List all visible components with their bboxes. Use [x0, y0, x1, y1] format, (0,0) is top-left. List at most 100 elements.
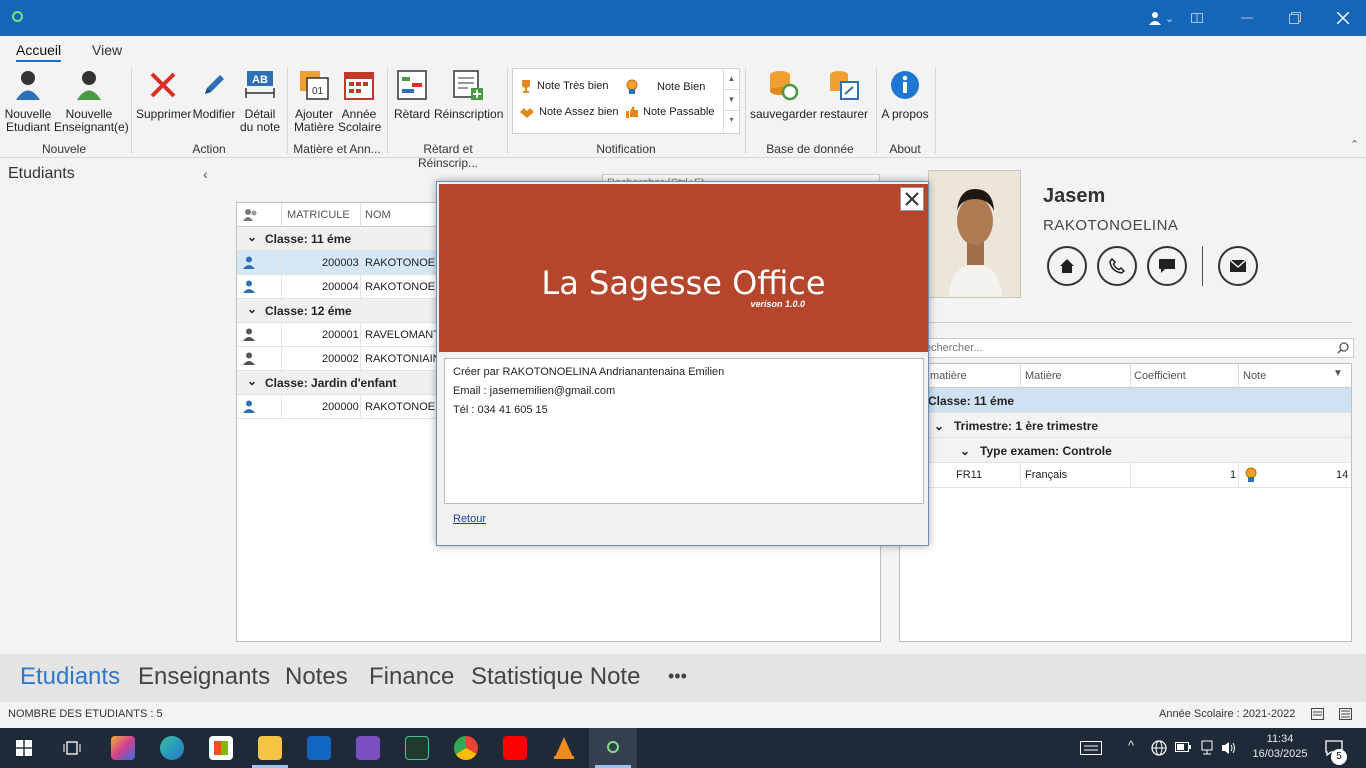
- notes-search-input[interactable]: Rechercher...: [908, 338, 1354, 358]
- chevron-down-icon: ⌄: [247, 374, 258, 388]
- note-passable-item[interactable]: Note Passable: [625, 105, 715, 119]
- copilot-icon[interactable]: [111, 736, 135, 760]
- new-student-button[interactable]: Nouvelle Etudiant: [4, 68, 52, 134]
- network-icon[interactable]: [1200, 740, 1214, 756]
- document-add-icon: [453, 70, 483, 100]
- minimize-button[interactable]: [1224, 0, 1270, 36]
- file-explorer-icon[interactable]: [258, 736, 282, 760]
- note-assez-bien-item[interactable]: Note Assez bien: [519, 105, 619, 119]
- chrome-icon[interactable]: [454, 736, 478, 760]
- add-subject-button[interactable]: 01 Ajouter Matière: [292, 68, 336, 134]
- table-row[interactable]: FR11 Français 1 14: [900, 463, 1351, 488]
- about-button[interactable]: A propos: [880, 68, 930, 121]
- nav-notes[interactable]: Notes: [285, 663, 348, 691]
- filter-dropdown-icon[interactable]: ▼: [1333, 368, 1343, 379]
- late-button[interactable]: Rètard: [392, 68, 432, 121]
- gallery-expand-icon[interactable]: ▾: [724, 111, 739, 131]
- volume-icon[interactable]: [1221, 740, 1237, 756]
- restore-button[interactable]: [1272, 0, 1318, 36]
- battery-icon[interactable]: [1175, 742, 1191, 752]
- delete-x-icon: [150, 72, 176, 98]
- group-row-classe[interactable]: Classe: 11 éme: [900, 388, 1351, 413]
- ribbon-divider: [935, 68, 936, 154]
- note-tres-bien-item[interactable]: Note Très bien: [519, 79, 609, 93]
- windows-start-icon[interactable]: [16, 740, 32, 756]
- collapse-pane-icon[interactable]: ‹: [203, 166, 208, 182]
- nom-cell: RAKOTONOELI: [365, 401, 445, 413]
- tray-chevron-icon[interactable]: ^: [1128, 738, 1134, 753]
- email-button[interactable]: [1218, 246, 1258, 286]
- user-icon: [1148, 12, 1161, 25]
- vlc-icon[interactable]: [552, 736, 576, 760]
- store-icon[interactable]: [209, 736, 233, 760]
- nav-enseignants[interactable]: Enseignants: [138, 663, 270, 691]
- youtube-icon[interactable]: [503, 736, 527, 760]
- phone-button[interactable]: [1097, 246, 1137, 286]
- delete-button[interactable]: Supprimer: [136, 68, 191, 121]
- gallery-down-icon[interactable]: ▼: [724, 90, 739, 111]
- matricule-cell: 200000: [322, 401, 359, 413]
- visual-studio-icon[interactable]: [356, 736, 380, 760]
- outlook-icon[interactable]: [307, 736, 331, 760]
- chevron-down-icon: ⌄: [247, 230, 258, 244]
- home-button[interactable]: [1047, 246, 1087, 286]
- dialog-close-button[interactable]: [900, 187, 924, 211]
- col-matiere[interactable]: Matière: [1025, 370, 1062, 382]
- student-icon: [16, 71, 40, 100]
- task-view-icon[interactable]: [63, 740, 81, 756]
- page-view-icon[interactable]: [1339, 708, 1352, 720]
- ribbon-collapse-icon[interactable]: ⌃: [1350, 138, 1359, 151]
- col-note[interactable]: Note: [1243, 370, 1266, 382]
- message-button[interactable]: [1147, 246, 1187, 286]
- info-icon: [891, 71, 919, 99]
- nav-etudiants[interactable]: Etudiants: [20, 663, 120, 691]
- backup-button[interactable]: sauvegarder: [750, 68, 817, 121]
- tab-accueil[interactable]: Accueil: [16, 42, 62, 62]
- layout-icon[interactable]: [1174, 0, 1220, 36]
- back-link[interactable]: Retour: [453, 513, 486, 525]
- group-label-about: About: [889, 142, 921, 156]
- reinscription-button[interactable]: Réinscription: [434, 68, 503, 121]
- col-nom[interactable]: NOM: [365, 209, 391, 221]
- group-label-retard: Rètard et Réinscrip...: [417, 142, 479, 170]
- note-detail-button[interactable]: AB Détail du note: [238, 68, 282, 134]
- matricule-cell: 200004: [322, 281, 359, 293]
- chevron-down-icon: ⌄: [247, 302, 258, 316]
- edge-icon[interactable]: [160, 736, 184, 760]
- active-app-slot[interactable]: [589, 728, 637, 768]
- language-icon[interactable]: [1151, 740, 1167, 756]
- school-year-button[interactable]: Année Scolaire: [338, 68, 381, 134]
- note-bien-item[interactable]: Note Bien: [625, 79, 705, 95]
- nav-finance[interactable]: Finance: [369, 663, 454, 691]
- dialog-version: verison 1.0.0: [750, 299, 805, 309]
- notification-count-badge: 5: [1331, 749, 1347, 765]
- dev-tool-icon[interactable]: [405, 736, 429, 760]
- gallery-scroll[interactable]: ▲ ▼ ▾: [723, 69, 739, 133]
- close-button[interactable]: [1320, 0, 1366, 36]
- restore-db-button[interactable]: restaurer: [818, 68, 870, 121]
- title-bar: ⌄: [0, 0, 1366, 36]
- col-matricule[interactable]: MATRICULE: [287, 209, 350, 221]
- keyboard-icon[interactable]: [1080, 741, 1102, 755]
- nav-more-button[interactable]: •••: [668, 666, 687, 687]
- envelope-icon: [1230, 260, 1246, 272]
- group-row-examen[interactable]: ⌄ Type examen: Controle: [900, 438, 1351, 463]
- student-count: NOMBRE DES ETUDIANTS : 5: [8, 708, 163, 720]
- nav-statistique-note[interactable]: Statistique Note: [471, 663, 640, 691]
- tab-view[interactable]: View: [92, 42, 122, 58]
- group-row-trimestre[interactable]: ⌄ Trimestre: 1 ère trimestre: [900, 413, 1351, 438]
- gallery-up-icon[interactable]: ▲: [724, 69, 739, 90]
- col-coefficient[interactable]: Coefficient: [1134, 370, 1186, 382]
- col-code-matiere[interactable]: matière: [930, 370, 967, 382]
- nom-cell: RAVELOMANTS: [365, 329, 448, 341]
- notification-gallery[interactable]: Note Très bien Note Bien Note Assez bien…: [512, 68, 740, 134]
- clock[interactable]: 11:34 16/03/2025: [1250, 732, 1310, 762]
- edit-button[interactable]: Modifier: [192, 68, 236, 121]
- database-restore-icon: [830, 71, 859, 100]
- medal-icon: [1245, 467, 1257, 482]
- new-teacher-button[interactable]: Nouvelle Enseignant(e): [54, 68, 129, 134]
- normal-view-icon[interactable]: [1311, 708, 1324, 720]
- search-icon: [1337, 342, 1349, 354]
- group-label-matiere: Matière et Ann...: [293, 142, 381, 156]
- nom-cell: RAKOTONOELI: [365, 281, 445, 293]
